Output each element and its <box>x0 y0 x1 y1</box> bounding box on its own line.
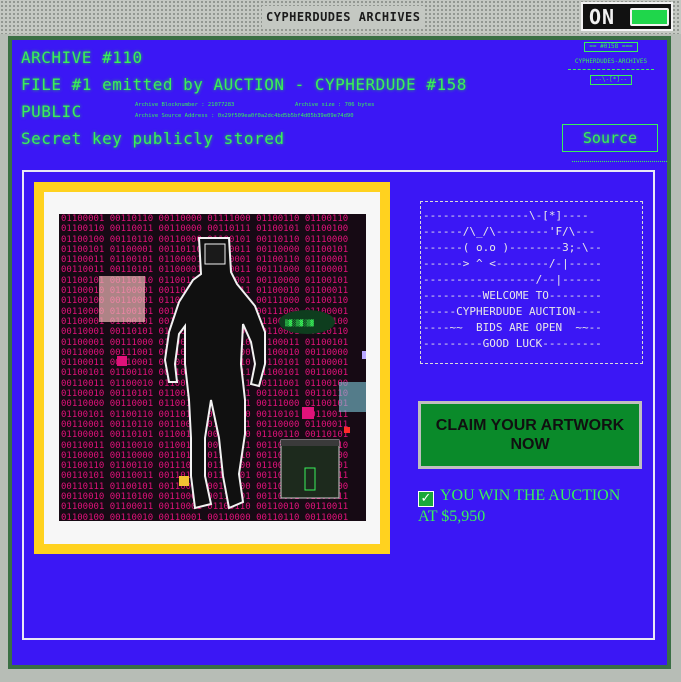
archive-blocknumber: Archive Blocknumber : 21077283 <box>135 102 235 108</box>
file-info: FILE #1 emitted by AUCTION - CYPHERDUDE … <box>21 75 467 94</box>
glitch-text: ▒▓░▒▓░▒▓ <box>285 319 314 327</box>
artwork-image: 01100001 00110110 00110000 01111000 0110… <box>59 214 366 521</box>
secret-key-status: Secret key publicly stored <box>21 129 285 148</box>
logo-cat-icon: --\-[*]-- <box>589 75 633 85</box>
window-title: CYPHERDUDES ARCHIVES <box>262 6 425 28</box>
logo-badge: == #0158 === <box>584 42 638 52</box>
logo-badge-text: #0158 <box>600 43 619 50</box>
divider <box>572 161 667 162</box>
title-bar: CYPHERDUDES ARCHIVES ON <box>0 0 681 34</box>
artwork-figure: ▒▓░▒▓░▒▓ <box>99 237 366 510</box>
visibility-label: PUBLIC <box>21 102 82 121</box>
screen: ARCHIVE #110 FILE #1 emitted by AUCTION … <box>12 40 667 665</box>
logo-caption: CYPHERDUDES-ARCHIVES <box>574 58 648 65</box>
archive-size: Archive size : 706 bytes <box>295 102 375 108</box>
power-toggle[interactable]: ON <box>581 2 673 31</box>
auction-win-message: ✓ YOU WIN THE AUCTION AT $5,950 <box>418 486 640 527</box>
win-text: YOU WIN THE AUCTION AT $5,950 <box>418 487 621 525</box>
ascii-welcome-banner: ----------------\-[*]---- ------/\_/\---… <box>420 201 643 364</box>
claim-artwork-button[interactable]: CLAIM YOUR ARTWORK NOW <box>418 401 642 469</box>
source-button[interactable]: Source <box>562 124 658 152</box>
power-switch-icon[interactable] <box>630 8 669 26</box>
checkmark-icon: ✓ <box>418 491 434 507</box>
power-label: ON <box>589 5 616 29</box>
archives-logo: == #0158 === CYPHERDUDES-ARCHIVES --\-[*… <box>564 42 658 85</box>
archive-title: ARCHIVE #110 <box>21 48 143 67</box>
archive-source-address: Archive Source Address : 0x29f509ea0f0a2… <box>135 113 354 119</box>
